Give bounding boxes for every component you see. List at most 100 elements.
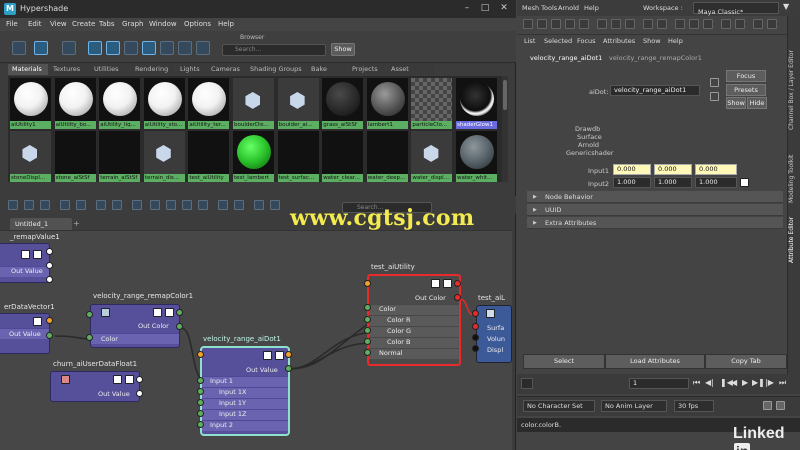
material-swatch[interactable]: water_clear... — [322, 131, 364, 182]
menu-tabs[interactable]: Tabs — [99, 20, 115, 28]
output-port[interactable] — [176, 323, 183, 330]
menu-arnold[interactable]: Arnold — [558, 4, 579, 12]
input-port[interactable] — [364, 349, 371, 356]
key-icon[interactable] — [763, 401, 772, 410]
tab-textures[interactable]: Textures — [49, 64, 89, 75]
menu-help[interactable]: Help — [584, 4, 599, 12]
close-icon[interactable]: ✕ — [497, 2, 511, 14]
tab-velocity-range-remapcolor[interactable]: velocity_range_remapColor1 — [609, 54, 702, 62]
menu-show[interactable]: Show — [643, 37, 661, 45]
output-port[interactable] — [176, 309, 183, 316]
tab-channel-box[interactable]: Channel Box / Layer Editor — [788, 30, 800, 150]
input-port[interactable] — [86, 311, 93, 318]
material-swatch[interactable]: test_aiUtility — [188, 131, 230, 182]
material-swatch[interactable]: aiUtility_bo... — [54, 78, 96, 129]
graph-layout-icon[interactable] — [132, 200, 142, 210]
node-name-field[interactable]: velocity_range_aiDot1 — [610, 85, 700, 96]
fps-dropdown[interactable]: 30 fps — [674, 400, 714, 412]
tab-velocity-range-aidot[interactable]: velocity_range_aiDot1 — [530, 54, 602, 62]
output-port[interactable] — [454, 294, 461, 301]
input-port[interactable] — [197, 388, 204, 395]
custom-view-icon[interactable] — [198, 200, 208, 210]
input-port[interactable] — [364, 338, 371, 345]
material-swatch[interactable]: ⬢ water_displ... — [411, 131, 453, 182]
sort-name-icon[interactable] — [178, 41, 192, 55]
tool-icon[interactable] — [597, 19, 607, 29]
step-back-key-icon[interactable]: ◀| — [705, 378, 714, 387]
select-button[interactable]: Select — [523, 354, 605, 369]
minimize-icon[interactable]: – — [460, 2, 474, 14]
menu-options[interactable]: Options — [184, 20, 211, 28]
swatch-icon[interactable] — [34, 41, 48, 55]
tab-shading-groups[interactable]: Shading Groups — [246, 64, 306, 75]
node-test-ai-standard[interactable]: Surfa Volun Displ — [476, 305, 512, 363]
tab-attribute-editor[interactable]: Attribute Editor — [788, 208, 800, 272]
menu-edit[interactable]: Edit — [28, 20, 42, 28]
menu-file[interactable]: File — [6, 20, 18, 28]
range-start-field[interactable] — [521, 378, 533, 389]
go-to-end-icon[interactable]: ⏭ — [779, 378, 786, 388]
tool-icon[interactable] — [625, 19, 635, 29]
filter-icon[interactable] — [160, 41, 174, 55]
swatch-toggle-icon[interactable] — [254, 200, 264, 210]
menu-help[interactable]: Help — [218, 20, 234, 28]
section-uuid[interactable]: UUID — [527, 204, 783, 216]
node-mode-icon[interactable] — [263, 351, 272, 360]
output-port[interactable] — [454, 280, 461, 287]
node-test-aiutility[interactable]: Out Color Color Color R Color G Color B … — [367, 274, 461, 366]
tool-icon[interactable] — [523, 19, 533, 29]
input2-x-field[interactable]: 1.000 — [613, 177, 651, 188]
tool-icon[interactable] — [537, 19, 547, 29]
output-port[interactable] — [46, 276, 53, 283]
node-mode-icon[interactable] — [21, 250, 30, 259]
tool-icon[interactable] — [767, 19, 777, 29]
menu-view[interactable]: View — [50, 20, 67, 28]
material-swatch[interactable]: water_deep... — [366, 131, 408, 182]
menu-help[interactable]: Help — [668, 37, 683, 45]
go-to-output-icon[interactable] — [710, 92, 719, 101]
node-swatch-icon[interactable] — [443, 279, 452, 288]
play-forward-icon[interactable]: ▶ — [742, 378, 748, 387]
section-extra-attributes[interactable]: Extra Attributes — [527, 217, 783, 229]
tab-untitled[interactable]: Untitled_1 — [10, 218, 72, 230]
input1-z-field[interactable]: 0.000 — [695, 164, 737, 175]
show-button[interactable]: Show — [726, 97, 746, 109]
input-port[interactable] — [472, 334, 479, 341]
tool-icon[interactable] — [735, 19, 745, 29]
tool-icon[interactable] — [643, 19, 653, 29]
node-swatch-icon[interactable] — [165, 308, 174, 317]
menu-focus[interactable]: Focus — [577, 37, 596, 45]
dropdown-arrow-icon[interactable]: ▼ — [783, 2, 789, 11]
input-port[interactable] — [472, 323, 479, 330]
output-port[interactable] — [46, 317, 53, 324]
menu-selected[interactable]: Selected — [544, 37, 572, 45]
anim-layer-dropdown[interactable]: No Anim Layer — [601, 400, 667, 412]
material-swatch[interactable]: aiUtility_ter... — [188, 78, 230, 129]
material-swatch[interactable]: ⬢ boulderDis... — [233, 78, 274, 129]
remove-selected-icon[interactable] — [112, 200, 122, 210]
output-port[interactable] — [46, 248, 53, 255]
hide-button[interactable]: Hide — [747, 97, 767, 109]
input-port[interactable] — [197, 377, 204, 384]
show-button[interactable]: Show — [331, 43, 355, 56]
add-tab-button[interactable]: + — [73, 218, 83, 230]
material-swatch[interactable]: ⬢ terrain_dis... — [143, 131, 185, 182]
small-view-icon[interactable] — [124, 41, 138, 55]
maximize-icon[interactable]: □ — [478, 2, 492, 14]
input-port[interactable] — [364, 280, 371, 287]
input-port[interactable] — [197, 399, 204, 406]
go-to-input-icon[interactable] — [710, 78, 719, 87]
tool-icon[interactable] — [565, 19, 575, 29]
graph-icon[interactable] — [12, 41, 26, 55]
input2-z-field[interactable]: 1.000 — [695, 177, 737, 188]
tab-projects[interactable]: Projects — [348, 64, 386, 75]
input-port[interactable] — [364, 316, 371, 323]
simple-view-icon[interactable] — [150, 200, 160, 210]
output-port[interactable] — [46, 332, 53, 339]
input-port[interactable] — [364, 304, 371, 311]
tool-icon[interactable] — [657, 19, 667, 29]
input-port[interactable] — [472, 310, 479, 317]
menu-attributes[interactable]: Attributes — [603, 37, 635, 45]
input-port[interactable] — [86, 334, 93, 341]
tool-icon[interactable] — [721, 19, 731, 29]
